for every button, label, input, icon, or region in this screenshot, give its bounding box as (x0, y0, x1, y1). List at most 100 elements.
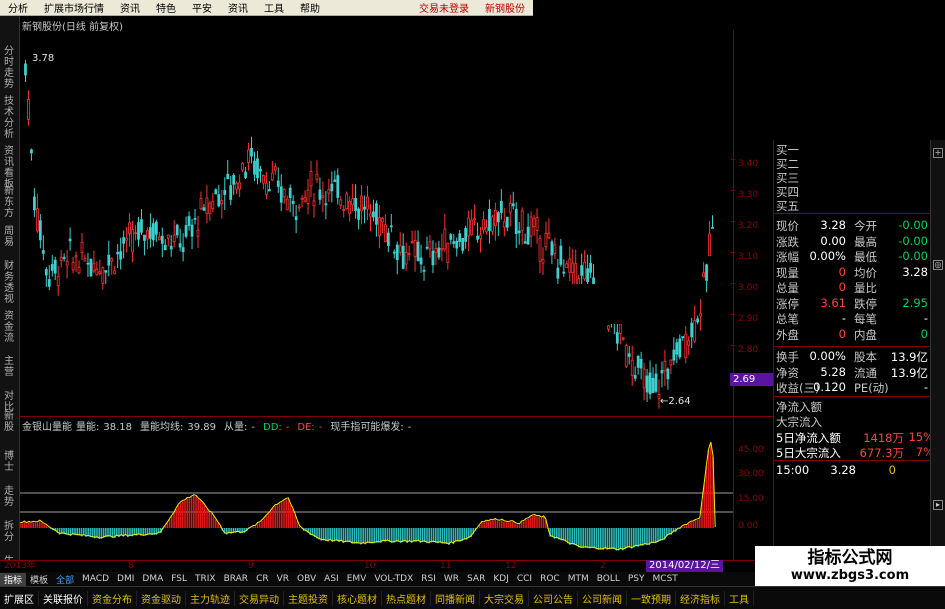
candle (294, 205, 298, 234)
arrow-icon[interactable]: ▸ (933, 500, 943, 510)
quote-value: -0.00 (898, 249, 928, 263)
module-tab[interactable]: 扩展区 (0, 590, 39, 606)
module-tab[interactable]: 同播新闻 (431, 590, 480, 606)
indicator-tab[interactable]: DMI (113, 574, 138, 584)
module-tab[interactable]: 核心题材 (333, 590, 382, 606)
divider (774, 346, 945, 347)
indicator-tab[interactable]: RSI (417, 574, 440, 584)
quote-value: 0 (920, 326, 928, 341)
left-tab[interactable]: 资讯看板 (2, 146, 16, 190)
candle-body (35, 208, 39, 232)
login-status[interactable]: 交易未登录 (411, 0, 477, 15)
left-tab[interactable]: 资金流 (2, 311, 16, 344)
indicator-tab[interactable]: WR (440, 574, 463, 584)
left-tab[interactable]: 对比 (2, 391, 16, 413)
quote-value: 2.95 (902, 295, 928, 310)
module-tab[interactable]: 公司新闻 (578, 590, 627, 606)
left-tab[interactable]: 走势 (2, 486, 16, 508)
candle (470, 209, 473, 236)
module-tab[interactable]: 公司公告 (529, 590, 578, 606)
indicator-tab[interactable]: OBV (293, 574, 320, 584)
expand-icon[interactable]: + (933, 148, 943, 158)
left-tab-strip: 分时走势技术分析资讯看板新东方周易财务透视资金流主营对比新股博士走势拆分牛熊 (0, 16, 20, 578)
module-tab[interactable]: 资金驱动 (137, 590, 186, 606)
indicator-tab[interactable]: VOL-TDX (370, 574, 417, 584)
indicator-tab[interactable]: MACD (78, 574, 113, 584)
menu-item[interactable]: 帮助 (292, 0, 328, 15)
candle-body (44, 269, 48, 276)
module-tab[interactable]: 交易异动 (235, 590, 284, 606)
indicator-tab[interactable]: MCST (649, 574, 682, 584)
menu-item[interactable]: 特色 (148, 0, 184, 15)
module-tab[interactable]: 资金分布 (88, 590, 137, 606)
module-tab[interactable]: 热点题材 (382, 590, 431, 606)
candle (38, 214, 42, 249)
indicator-tab[interactable]: PSY (624, 574, 649, 584)
indicator-tab[interactable]: CCI (513, 574, 536, 584)
date-tick: 9 (248, 561, 254, 571)
candle-body (267, 189, 271, 192)
indicator-tab[interactable]: SAR (463, 574, 489, 584)
left-tab[interactable]: 新股 (2, 411, 16, 433)
axis-tick-label: 3.20 (738, 221, 759, 231)
candle-body (244, 171, 247, 178)
left-tab[interactable]: 周易 (2, 226, 16, 248)
indicator-tab[interactable]: KDJ (489, 574, 513, 584)
left-tab[interactable]: 博士 (2, 451, 16, 473)
indicator-tab[interactable]: MTM (564, 574, 593, 584)
left-tab[interactable]: 主营 (2, 356, 16, 378)
indicator-tab[interactable]: 指标 (0, 572, 27, 586)
axis-tick-mark (731, 314, 735, 315)
indicator-tab[interactable]: EMV (343, 574, 371, 584)
indicator-tab[interactable]: BRAR (220, 574, 252, 584)
module-tab[interactable]: 主题投资 (284, 590, 333, 606)
candle-body (279, 186, 283, 203)
module-tab[interactable]: 主力轨迹 (186, 590, 235, 606)
axis-tick-label: 2.80 (738, 345, 759, 355)
indicator-tab[interactable]: 模板 (26, 573, 52, 586)
indicator-tab[interactable]: DMA (138, 574, 167, 584)
candle-body (672, 349, 676, 361)
candle-body (514, 208, 518, 234)
menu-item[interactable]: 资讯 (220, 0, 256, 15)
candle (270, 161, 274, 182)
candle (624, 343, 628, 368)
indicator-tab[interactable]: CR (252, 574, 273, 584)
menu-item[interactable]: 分析 (0, 0, 36, 15)
left-tab[interactable]: 财务透视 (2, 261, 16, 305)
right-scroll-strip[interactable]: + ◎ ▸ (930, 140, 945, 560)
candle-body (160, 235, 164, 244)
indicator-tab[interactable]: TRIX (191, 574, 220, 584)
candle (187, 211, 191, 231)
left-tab[interactable]: 拆分 (2, 521, 16, 543)
module-tab[interactable]: 经济指标 (676, 590, 725, 606)
left-tab[interactable]: 新东方 (2, 186, 16, 219)
module-tab[interactable]: 关联报价 (39, 590, 88, 606)
indicator-tab[interactable]: VR (273, 574, 293, 584)
module-tab[interactable]: 一致预期 (627, 590, 676, 606)
indicator-tab[interactable]: FSL (167, 574, 191, 584)
quote-label: 每笔 (854, 312, 877, 326)
menu-item[interactable]: 平安 (184, 0, 220, 15)
left-tab[interactable]: 分时走势 (2, 46, 16, 90)
candle-body (217, 194, 221, 207)
indicator-tab[interactable]: ASI (320, 574, 343, 584)
zoom-icon[interactable]: ◎ (933, 260, 943, 270)
menu-item[interactable]: 扩展市场行情 (36, 0, 112, 15)
candle-body (479, 234, 482, 239)
module-tab[interactable]: 工具 (725, 590, 754, 606)
candle (276, 167, 280, 193)
left-tab[interactable]: 技术分析 (2, 96, 16, 140)
module-tab[interactable]: 大宗交易 (480, 590, 529, 606)
volume-indicator-chart[interactable] (20, 430, 733, 560)
candle-body (621, 337, 625, 340)
indicator-tab[interactable]: BOLL (593, 574, 624, 584)
indicator-tab[interactable]: 全部 (52, 573, 78, 586)
stock-name-link[interactable]: 新钢股份 (477, 0, 533, 15)
menu-item[interactable]: 工具 (256, 0, 292, 15)
quote-value (886, 280, 928, 294)
candlestick-chart[interactable]: 3.78 ←2.64 (20, 30, 733, 416)
indicator-tab[interactable]: ROC (536, 574, 564, 584)
menu-item[interactable]: 资讯 (112, 0, 148, 15)
candle-body (104, 270, 108, 273)
